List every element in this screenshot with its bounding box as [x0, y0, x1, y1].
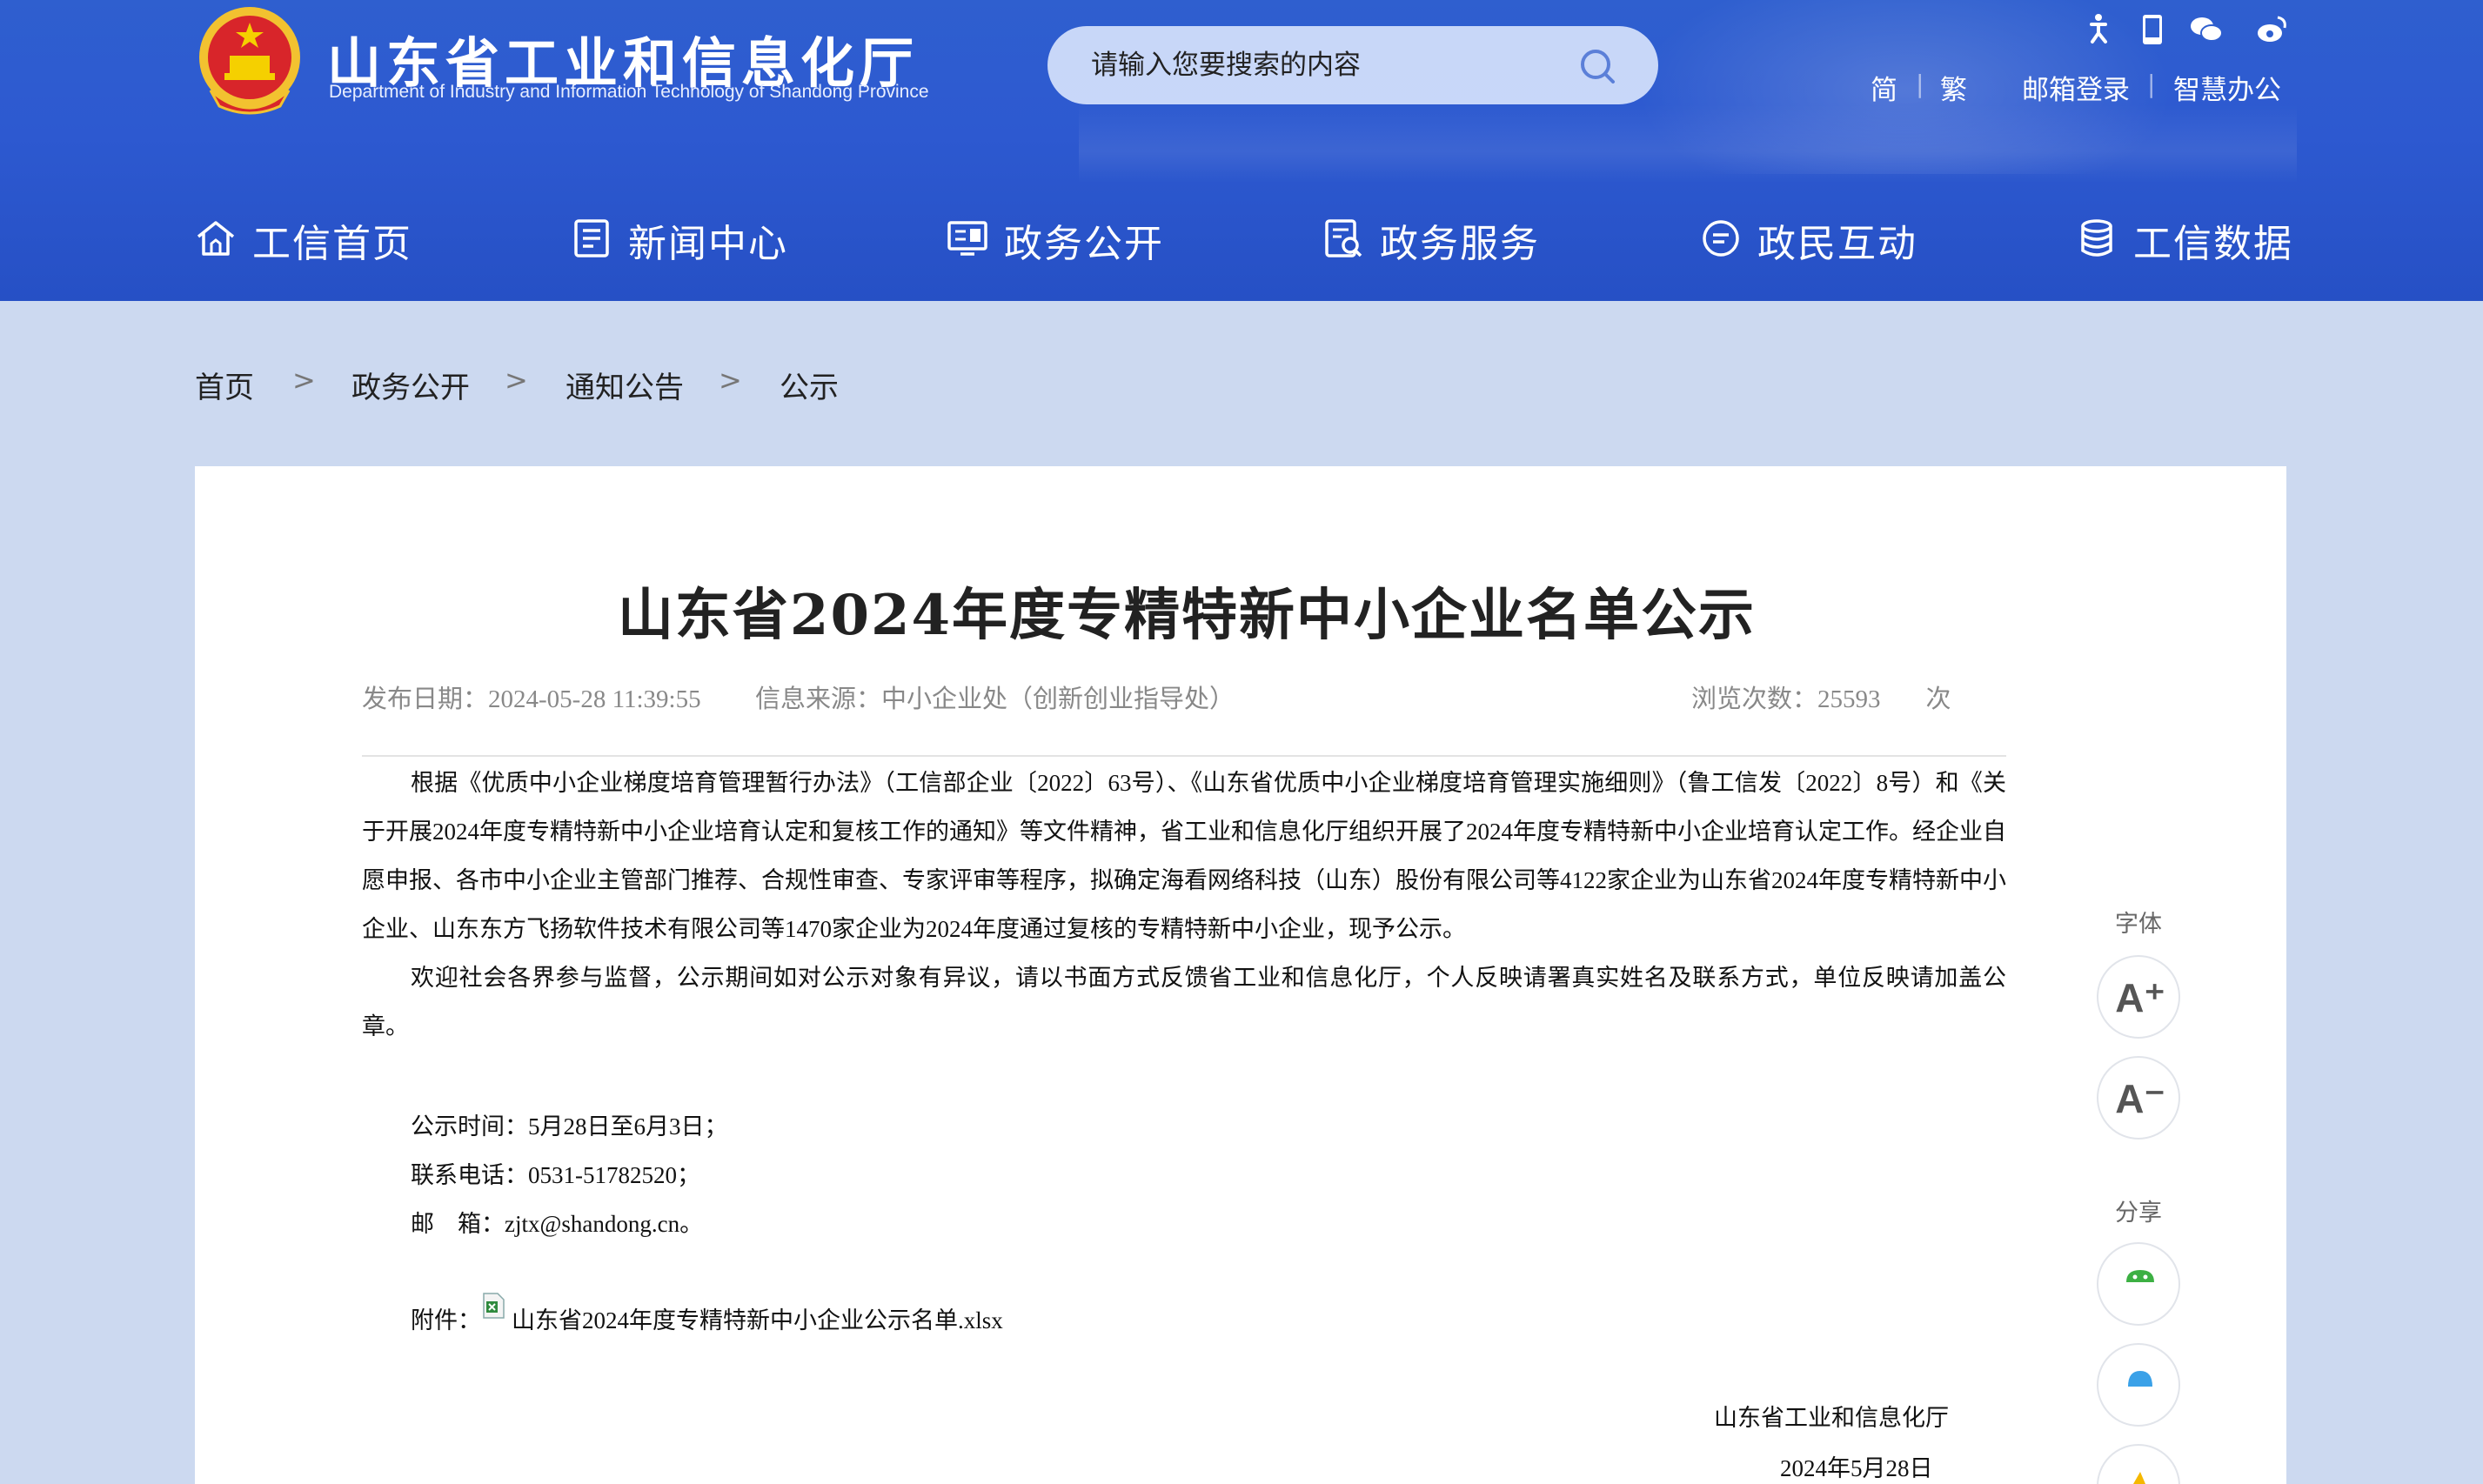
share-qq-button[interactable] — [2097, 1343, 2180, 1427]
publish-date-value: 2024-05-28 11:39:55 — [488, 685, 701, 713]
notice-period: 公示时间：5月28日至6月3日； — [411, 1113, 728, 1140]
share-wechat-button[interactable] — [2097, 1242, 2180, 1326]
home-icon — [197, 221, 235, 256]
view-count-value: 25593 — [1817, 685, 1881, 713]
font-size-label: 字体 — [2115, 911, 2162, 938]
signature-date: 2024年5月28日 — [1780, 1455, 1933, 1481]
article-paragraph-2: 欢迎社会各界参与监督，公示期间如对公示对象有异议，请以书面方式反馈省工业和信息化… — [362, 965, 2006, 1039]
smart-office-link[interactable]: 智慧办公 — [2173, 68, 2281, 107]
breadcrumb-gov-affairs[interactable]: 政务公开 — [351, 364, 470, 406]
signature-org: 山东省工业和信息化厅 — [1714, 1405, 1949, 1431]
site-subtitle: Department of Industry and Information T… — [329, 82, 929, 102]
breadcrumb-current: 公示 — [780, 371, 839, 405]
search-input[interactable] — [1091, 45, 1561, 85]
info-source-value: 中小企业处（创新创业指导处） — [881, 685, 1235, 713]
publish-date-label: 发布日期： — [362, 685, 489, 713]
simplified-chinese-link[interactable]: 简 — [1871, 68, 1897, 107]
info-source: 信息来源：中小企业处（创新创业指导处） — [755, 678, 1235, 715]
font-increase-glyph: A⁺ — [2115, 975, 2165, 1020]
nav-label: 政务服务 — [1380, 222, 1540, 266]
database-icon — [2081, 219, 2112, 257]
separator: | — [2147, 70, 2156, 98]
contact-phone: 联系电话：0531-51782520； — [411, 1162, 700, 1188]
view-count-unit: 次 — [1925, 685, 1951, 713]
service-icon — [1325, 219, 1362, 257]
separator: | — [1916, 70, 1924, 98]
info-source-label: 信息来源： — [755, 685, 882, 713]
chat-icon — [1703, 220, 1739, 257]
mail-login-link[interactable]: 邮箱登录 — [2022, 68, 2130, 107]
font-decrease-glyph: A⁻ — [2115, 1076, 2165, 1121]
article-title: 山东省2024年度专精特新中小企业名单公示 — [617, 583, 1757, 648]
qzone-share-icon — [2133, 1472, 2145, 1484]
breadcrumb-separator: > — [505, 364, 528, 397]
article-panel: 山东省2024年度专精特新中小企业名单公示 发布日期：2024-05-28 11… — [195, 466, 2286, 1484]
qq-share-icon — [2128, 1371, 2152, 1387]
font-increase-button[interactable]: A⁺ — [2097, 955, 2180, 1039]
screen-icon — [947, 221, 987, 256]
view-count: 浏览次数：25593 次 — [1691, 678, 1951, 715]
title-divider — [362, 755, 2006, 757]
share-label: 分享 — [2115, 1200, 2162, 1227]
nav-label: 政务公开 — [1004, 222, 1164, 266]
nav-label: 政民互动 — [1757, 222, 1917, 266]
view-count-label: 浏览次数： — [1691, 685, 1818, 713]
breadcrumb-separator: > — [719, 364, 742, 397]
wechat-share-icon — [2126, 1270, 2154, 1282]
breadcrumb-home[interactable]: 首页 — [195, 364, 254, 406]
font-decrease-button[interactable]: A⁻ — [2097, 1056, 2180, 1140]
traditional-chinese-link[interactable]: 繁 — [1940, 68, 1967, 107]
accessibility-icon[interactable] — [2081, 12, 2116, 47]
nav-label: 工信首页 — [252, 222, 412, 266]
breadcrumb-notices[interactable]: 通知公告 — [566, 364, 684, 406]
header-decoration-band — [1079, 104, 2297, 183]
site-header: 山东省工业和信息化厅 Department of Industry and In… — [0, 0, 2483, 301]
wechat-icon[interactable] — [2189, 12, 2224, 47]
attachment-label: 附件： — [411, 1307, 481, 1334]
nav-label: 新闻中心 — [628, 222, 788, 266]
search-box — [1047, 26, 1658, 104]
weibo-icon[interactable] — [2255, 12, 2290, 47]
publish-date: 发布日期：2024-05-28 11:39:55 — [362, 678, 701, 715]
breadcrumb-separator: > — [292, 364, 316, 397]
news-icon — [574, 219, 609, 257]
nav-label: 工信数据 — [2133, 222, 2293, 266]
search-icon[interactable] — [1578, 47, 1616, 85]
attachment-link[interactable]: 山东省2024年度专精特新中小企业公示名单.xlsx — [512, 1301, 1003, 1335]
national-emblem-logo[interactable] — [193, 3, 306, 120]
contact-email: 邮 箱：zjtx@shandong.cn。 — [411, 1211, 704, 1237]
excel-file-icon — [483, 1293, 505, 1319]
mobile-icon[interactable] — [2135, 12, 2170, 47]
article-paragraph-1: 根据《优质中小企业梯度培育管理暂行办法》（工信部企业〔2022〕63号）、《山东… — [362, 770, 2006, 942]
